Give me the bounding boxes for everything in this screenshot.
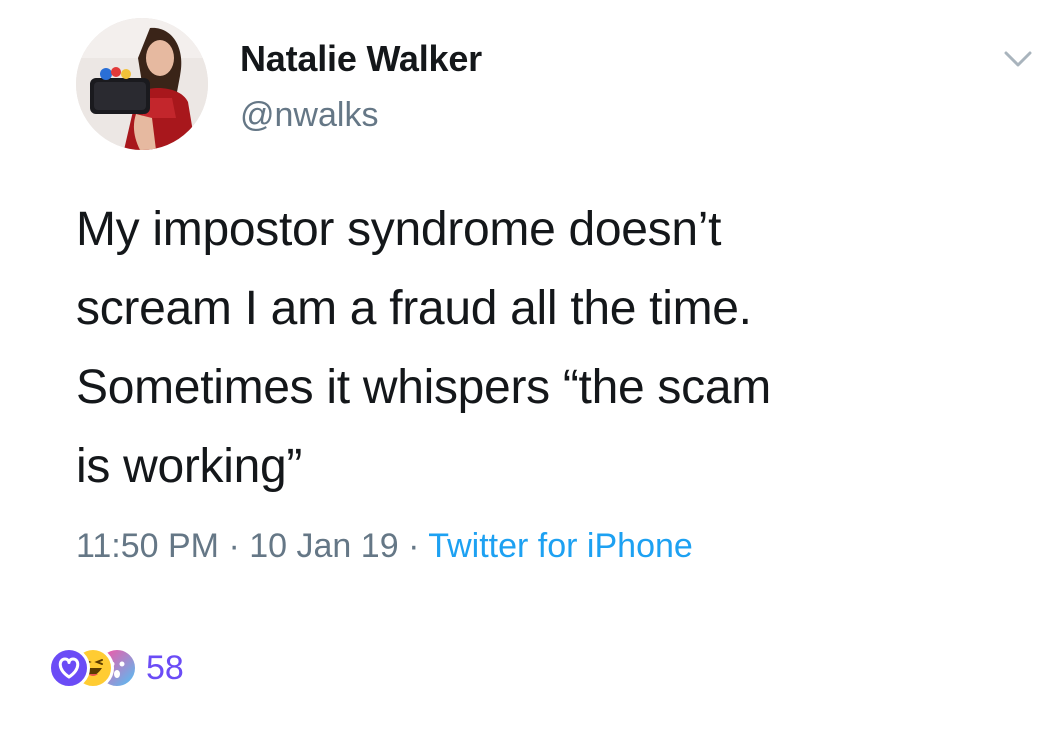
heart-icon bbox=[48, 647, 90, 689]
display-name[interactable]: Natalie Walker bbox=[240, 38, 482, 80]
meta-separator: · bbox=[408, 527, 420, 565]
tweet-meta: 11:50 PM · 10 Jan 19 · Twitter for iPhon… bbox=[76, 527, 693, 566]
tweet-text-line: is working” bbox=[76, 440, 303, 493]
tweet-time[interactable]: 11:50 PM bbox=[76, 527, 219, 565]
avatar-photo bbox=[76, 18, 208, 150]
reaction-icons bbox=[48, 647, 138, 689]
meta-separator: · bbox=[228, 527, 240, 565]
reactions-bar[interactable]: 58 bbox=[48, 646, 184, 690]
tweet-text: My impostor syndrome doesn’t scream I am… bbox=[76, 190, 1026, 506]
tweet-card: Natalie Walker @nwalks My impostor syndr… bbox=[0, 0, 1054, 750]
user-handle[interactable]: @nwalks bbox=[240, 96, 378, 135]
tweet-text-line: Sometimes it whispers “the scam bbox=[76, 361, 771, 414]
tweet-text-line: scream I am a fraud all the time. bbox=[76, 282, 752, 335]
tweet-date[interactable]: 10 Jan 19 bbox=[249, 527, 398, 565]
tweet-source-link[interactable]: Twitter for iPhone bbox=[428, 527, 693, 565]
tweet-text-line: My impostor syndrome doesn’t bbox=[76, 203, 722, 256]
reaction-count[interactable]: 58 bbox=[146, 649, 184, 688]
chevron-down-icon[interactable] bbox=[1000, 46, 1036, 72]
avatar[interactable] bbox=[76, 18, 208, 150]
